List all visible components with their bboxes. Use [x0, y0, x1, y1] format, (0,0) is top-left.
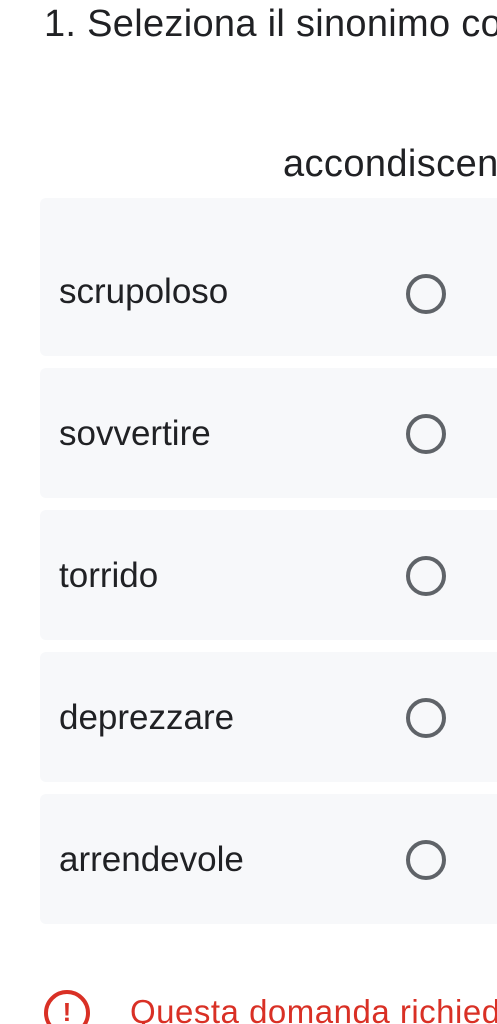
- radio-button-icon[interactable]: [406, 274, 446, 314]
- answer-options: scrupoloso sovvertire torrido deprezzare…: [40, 198, 497, 936]
- required-error-message: Questa domanda richiede: [130, 993, 497, 1024]
- option-scrupoloso[interactable]: scrupoloso: [40, 198, 497, 356]
- option-sovvertire[interactable]: sovvertire: [40, 368, 497, 498]
- radio-button-icon[interactable]: [406, 840, 446, 880]
- option-label: arrendevole: [59, 840, 244, 879]
- option-torrido[interactable]: torrido: [40, 510, 497, 640]
- radio-button-icon[interactable]: [406, 698, 446, 738]
- option-label: deprezzare: [59, 698, 235, 737]
- exclamation-circle-icon: !: [44, 990, 90, 1024]
- option-arrendevole[interactable]: arrendevole: [40, 794, 497, 924]
- form-page: 1. Seleziona il sinonimo co accondiscend…: [0, 0, 497, 1024]
- option-deprezzare[interactable]: deprezzare: [40, 652, 497, 782]
- option-label: scrupoloso: [59, 272, 229, 311]
- option-label: sovvertire: [59, 414, 211, 453]
- option-label: torrido: [59, 556, 159, 595]
- radio-button-icon[interactable]: [406, 414, 446, 454]
- question-title: 1. Seleziona il sinonimo co: [44, 3, 497, 45]
- radio-button-icon[interactable]: [406, 556, 446, 596]
- prompt-word: accondiscend: [283, 143, 497, 185]
